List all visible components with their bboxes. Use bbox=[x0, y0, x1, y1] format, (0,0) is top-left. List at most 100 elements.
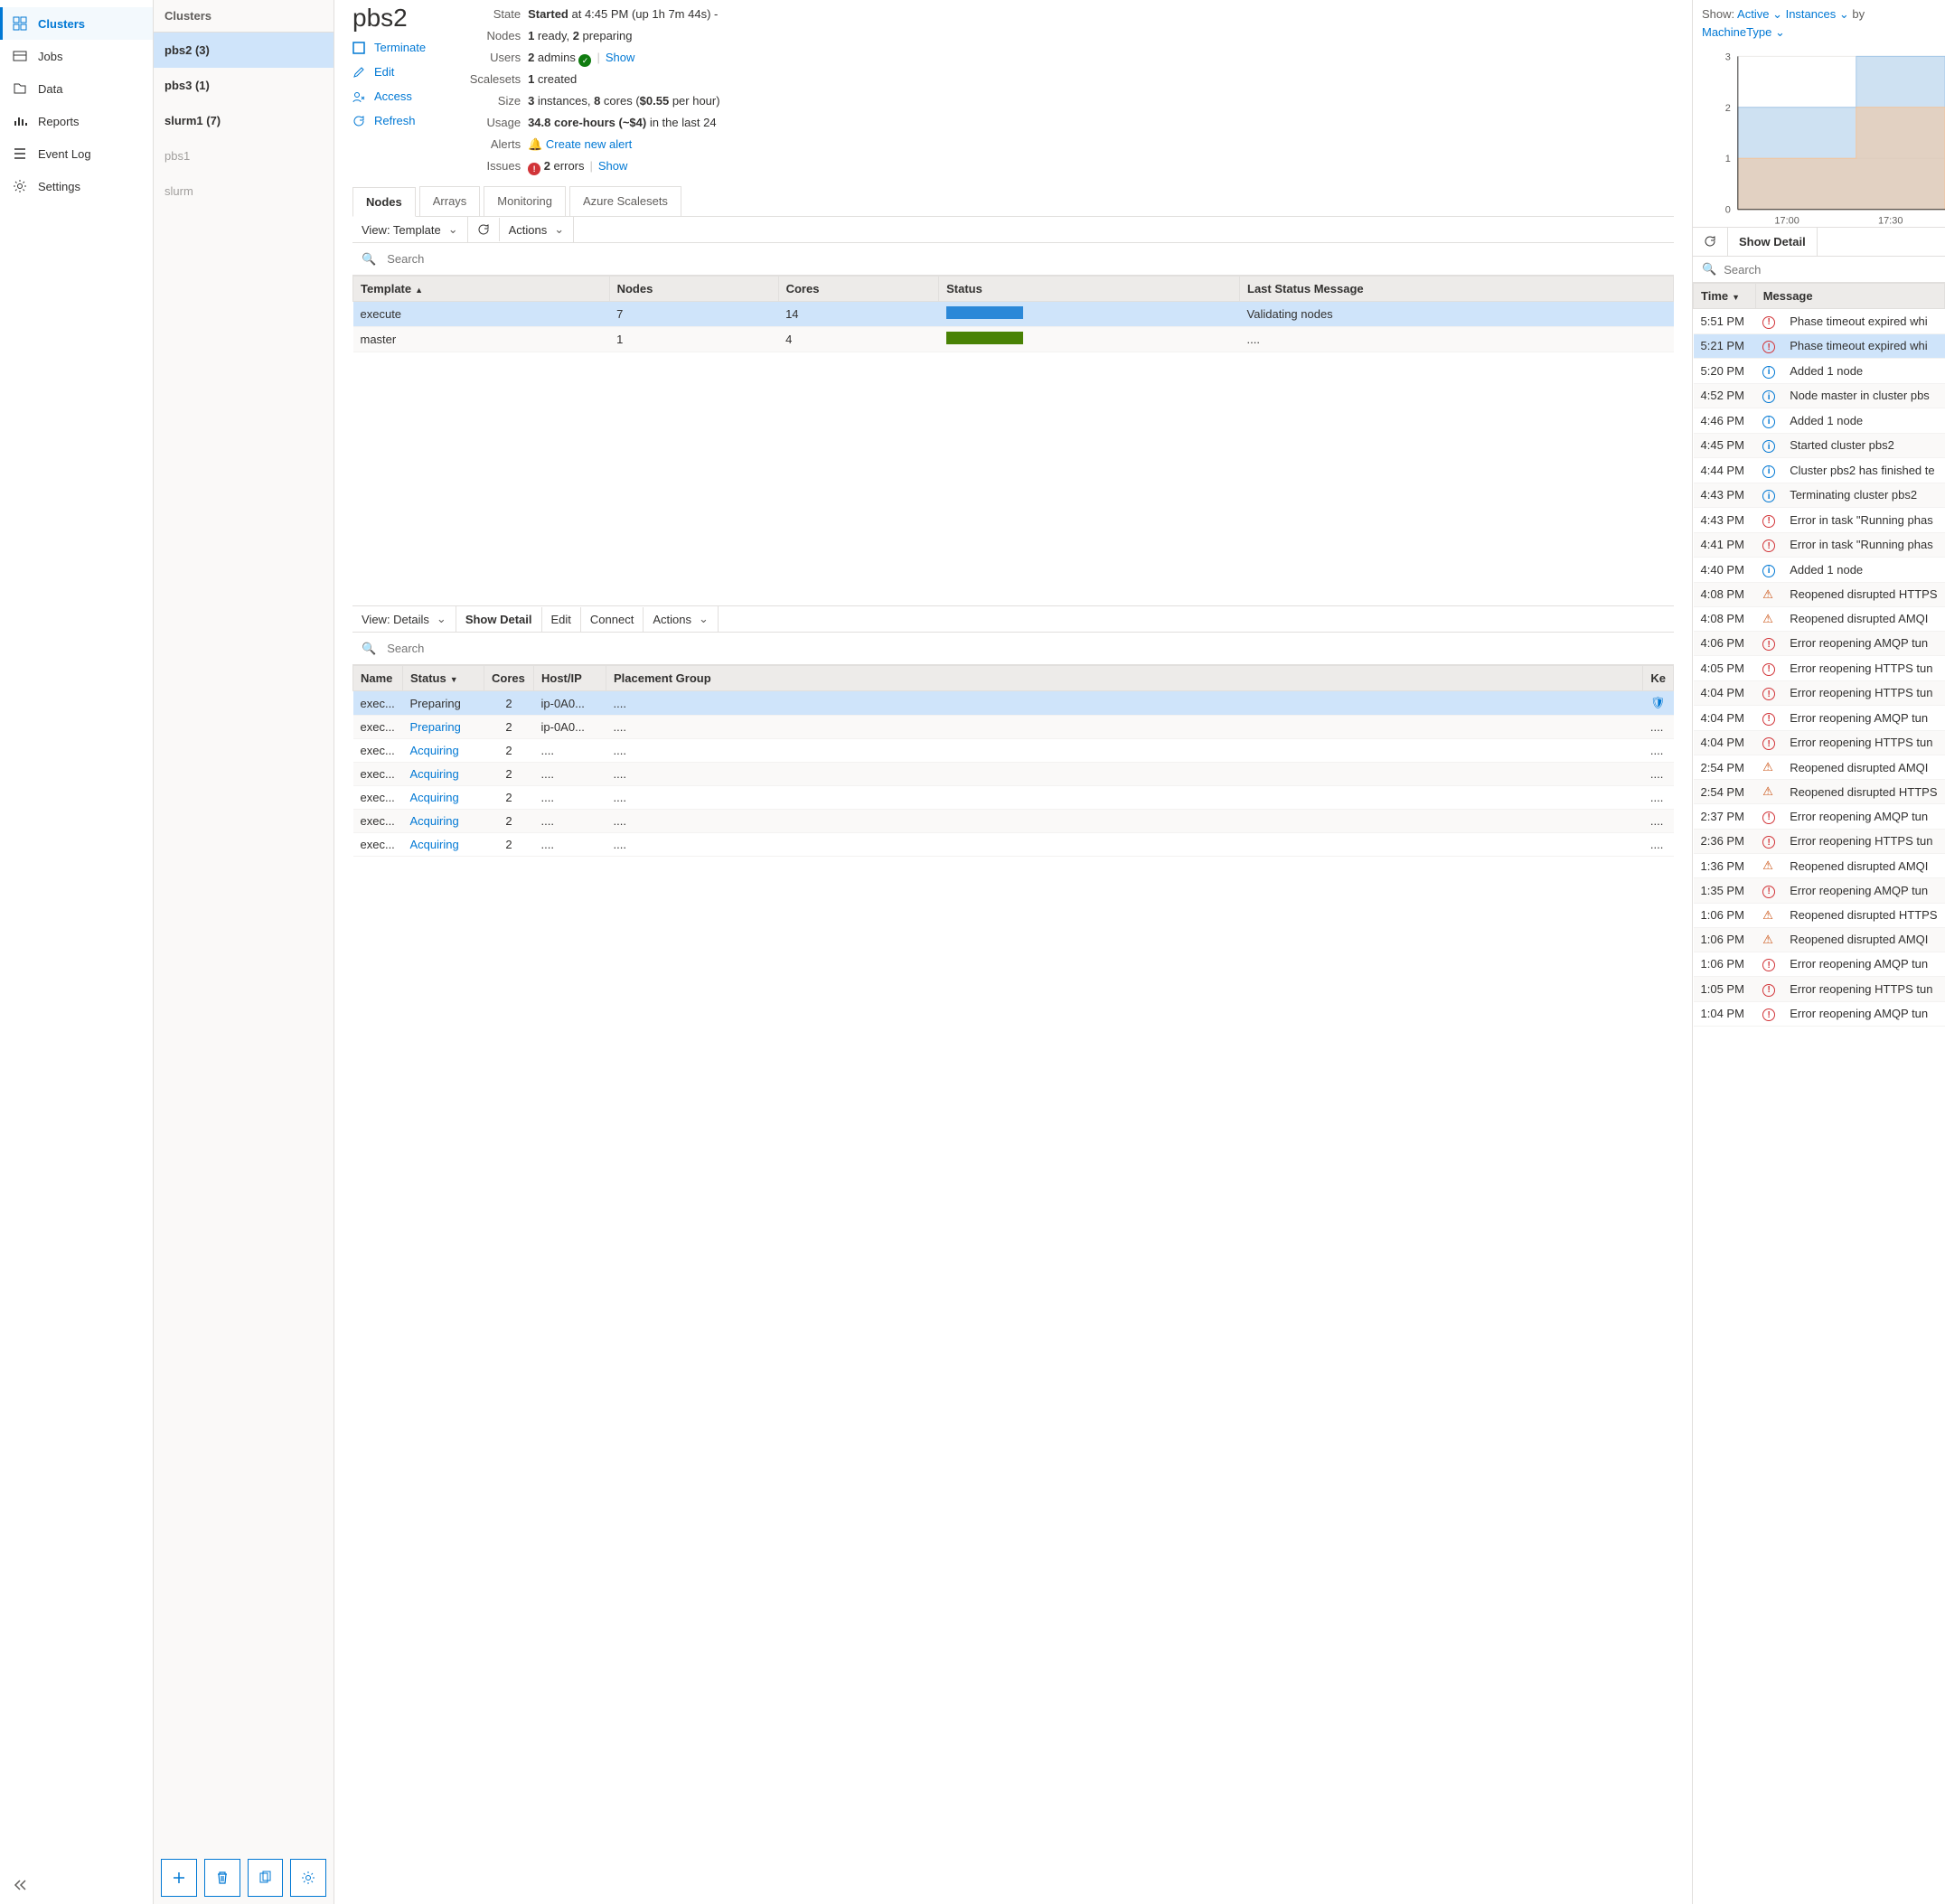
error-icon: ! bbox=[1762, 984, 1775, 997]
col-message[interactable]: Message bbox=[1755, 284, 1944, 309]
cluster-settings-button[interactable] bbox=[290, 1859, 326, 1897]
event-row[interactable]: 1:05 PM!Error reopening HTTPS tun bbox=[1694, 977, 1945, 1002]
event-row[interactable]: 2:54 PM⚠Reopened disrupted HTTPS bbox=[1694, 780, 1945, 804]
delete-cluster-button[interactable] bbox=[204, 1859, 240, 1897]
event-row[interactable]: 2:37 PM!Error reopening AMQP tun bbox=[1694, 804, 1945, 830]
terminate-action[interactable]: Terminate bbox=[352, 38, 426, 57]
event-row[interactable]: 1:06 PM!Error reopening AMQP tun bbox=[1694, 952, 1945, 977]
tab-scalesets[interactable]: Azure Scalesets bbox=[569, 186, 681, 216]
node-row[interactable]: exec...Acquiring2............ bbox=[353, 763, 1674, 786]
tab-monitoring[interactable]: Monitoring bbox=[484, 186, 566, 216]
event-row[interactable]: 4:43 PM!Error in task "Running phas bbox=[1694, 508, 1945, 533]
access-icon bbox=[352, 90, 365, 103]
lower-view-dropdown[interactable]: View: Details bbox=[352, 606, 456, 632]
event-row[interactable]: 5:20 PMiAdded 1 node bbox=[1694, 359, 1945, 384]
col-ke[interactable]: Ke bbox=[1643, 666, 1674, 691]
event-row[interactable]: 4:04 PM!Error reopening HTTPS tun bbox=[1694, 680, 1945, 706]
event-row[interactable]: 1:06 PM⚠Reopened disrupted HTTPS bbox=[1694, 903, 1945, 927]
tab-nodes[interactable]: Nodes bbox=[352, 187, 416, 217]
events-show-detail-button[interactable]: Show Detail bbox=[1728, 228, 1818, 256]
node-row[interactable]: exec...Preparing2ip-0A0........... bbox=[353, 716, 1674, 739]
event-row[interactable]: 2:36 PM!Error reopening HTTPS tun bbox=[1694, 829, 1945, 854]
upper-refresh-button[interactable] bbox=[468, 218, 500, 241]
create-alert-link[interactable]: Create new alert bbox=[546, 137, 632, 151]
error-icon: ! bbox=[1762, 811, 1775, 824]
tab-arrays[interactable]: Arrays bbox=[419, 186, 481, 216]
event-row[interactable]: 4:45 PMiStarted cluster pbs2 bbox=[1694, 433, 1945, 458]
node-row[interactable]: exec...Acquiring2............ bbox=[353, 739, 1674, 763]
event-row[interactable]: 4:46 PMiAdded 1 node bbox=[1694, 408, 1945, 434]
issues-show-link[interactable]: Show bbox=[598, 159, 628, 173]
event-row[interactable]: 1:04 PM!Error reopening AMQP tun bbox=[1694, 1001, 1945, 1027]
filter-active-dropdown[interactable]: Active ⌄ bbox=[1737, 7, 1782, 21]
event-row[interactable]: 5:21 PM!Phase timeout expired whi bbox=[1694, 333, 1945, 359]
event-row[interactable]: 2:54 PM⚠Reopened disrupted AMQI bbox=[1694, 755, 1945, 780]
nav-event-log[interactable]: Event Log bbox=[0, 137, 153, 170]
filter-instances-dropdown[interactable]: Instances ⌄ bbox=[1786, 7, 1849, 21]
template-row[interactable]: execute714Validating nodes bbox=[353, 302, 1674, 327]
event-row[interactable]: 4:06 PM!Error reopening AMQP tun bbox=[1694, 631, 1945, 656]
event-row[interactable]: 4:04 PM!Error reopening AMQP tun bbox=[1694, 706, 1945, 731]
col-status[interactable]: Status bbox=[403, 666, 484, 691]
lower-search-input[interactable] bbox=[383, 638, 1665, 659]
cluster-item[interactable]: slurm bbox=[154, 174, 334, 209]
show-detail-button[interactable]: Show Detail bbox=[456, 607, 542, 632]
lower-connect-button[interactable]: Connect bbox=[581, 607, 644, 632]
refresh-action[interactable]: Refresh bbox=[352, 111, 426, 130]
nav-reports[interactable]: Reports bbox=[0, 105, 153, 137]
event-row[interactable]: 4:52 PMiNode master in cluster pbs bbox=[1694, 383, 1945, 408]
access-action[interactable]: Access bbox=[352, 87, 426, 106]
node-row[interactable]: exec...Acquiring2............ bbox=[353, 786, 1674, 810]
events-refresh-button[interactable] bbox=[1693, 228, 1728, 256]
event-row[interactable]: 4:05 PM!Error reopening HTTPS tun bbox=[1694, 656, 1945, 681]
event-row[interactable]: 1:36 PM⚠Reopened disrupted AMQI bbox=[1694, 854, 1945, 878]
node-row[interactable]: exec...Preparing2ip-0A0.......🛡 bbox=[353, 691, 1674, 716]
event-row[interactable]: 5:51 PM!Phase timeout expired whi bbox=[1694, 309, 1945, 334]
cluster-item[interactable]: pbs3 (1) bbox=[154, 68, 334, 103]
event-row[interactable]: 1:35 PM!Error reopening AMQP tun bbox=[1694, 878, 1945, 904]
cluster-item[interactable]: pbs2 (3) bbox=[154, 33, 334, 68]
event-row[interactable]: 4:08 PM⚠Reopened disrupted HTTPS bbox=[1694, 582, 1945, 606]
upper-view-dropdown[interactable]: View: Template bbox=[352, 217, 468, 242]
nav-clusters[interactable]: Clusters bbox=[0, 7, 153, 40]
lower-edit-button[interactable]: Edit bbox=[542, 607, 581, 632]
col-status[interactable]: Status bbox=[939, 277, 1240, 302]
nav-jobs[interactable]: Jobs bbox=[0, 40, 153, 72]
nav-data[interactable]: Data bbox=[0, 72, 153, 105]
alerts-label: Alerts bbox=[453, 136, 521, 154]
event-row[interactable]: 4:41 PM!Error in task "Running phas bbox=[1694, 532, 1945, 558]
cluster-item[interactable]: pbs1 bbox=[154, 138, 334, 174]
add-cluster-button[interactable] bbox=[161, 1859, 197, 1897]
col-cores[interactable]: Cores bbox=[778, 277, 939, 302]
edit-action[interactable]: Edit bbox=[352, 62, 426, 81]
nav-collapse-button[interactable] bbox=[0, 1866, 153, 1904]
col-name[interactable]: Name bbox=[353, 666, 403, 691]
col-time[interactable]: Time bbox=[1694, 284, 1756, 309]
events-search-input[interactable] bbox=[1724, 263, 1936, 277]
col-pg[interactable]: Placement Group bbox=[606, 666, 1643, 691]
event-row[interactable]: 1:06 PM⚠Reopened disrupted AMQI bbox=[1694, 927, 1945, 952]
event-row[interactable]: 4:43 PMiTerminating cluster pbs2 bbox=[1694, 483, 1945, 508]
upper-actions-dropdown[interactable]: Actions bbox=[500, 217, 575, 242]
filter-machinetype-dropdown[interactable]: MachineType ⌄ bbox=[1702, 25, 1785, 39]
nav-label: Jobs bbox=[38, 50, 62, 63]
node-row[interactable]: exec...Acquiring2............ bbox=[353, 833, 1674, 857]
upper-search-input[interactable] bbox=[383, 249, 1665, 269]
event-row[interactable]: 4:44 PMiCluster pbs2 has finished te bbox=[1694, 458, 1945, 483]
event-row[interactable]: 4:08 PM⚠Reopened disrupted AMQI bbox=[1694, 606, 1945, 631]
event-row[interactable]: 4:40 PMiAdded 1 node bbox=[1694, 558, 1945, 583]
node-row[interactable]: exec...Acquiring2............ bbox=[353, 810, 1674, 833]
col-nodes[interactable]: Nodes bbox=[609, 277, 778, 302]
copy-cluster-button[interactable] bbox=[248, 1859, 284, 1897]
event-row[interactable]: 4:04 PM!Error reopening HTTPS tun bbox=[1694, 730, 1945, 755]
col-host[interactable]: Host/IP bbox=[534, 666, 606, 691]
col-cores[interactable]: Cores bbox=[484, 666, 534, 691]
col-lsm[interactable]: Last Status Message bbox=[1240, 277, 1674, 302]
cluster-item[interactable]: slurm1 (7) bbox=[154, 103, 334, 138]
lower-actions-dropdown[interactable]: Actions bbox=[644, 606, 719, 632]
col-template[interactable]: Template bbox=[353, 277, 610, 302]
nav-settings[interactable]: Settings bbox=[0, 170, 153, 202]
template-row[interactable]: master14.... bbox=[353, 327, 1674, 352]
warning-icon: ⚠ bbox=[1762, 612, 1773, 625]
users-show-link[interactable]: Show bbox=[606, 51, 635, 64]
